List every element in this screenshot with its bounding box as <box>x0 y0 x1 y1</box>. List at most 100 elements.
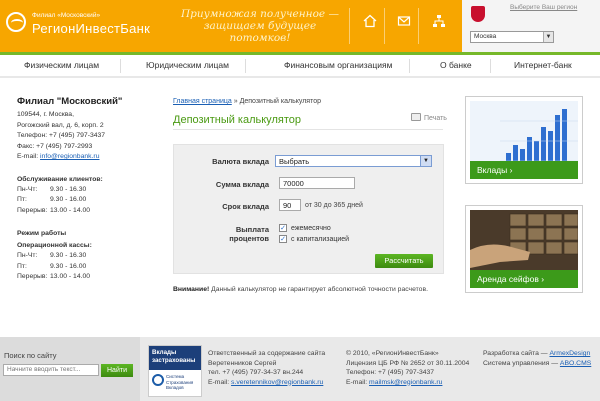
work-mode-title: Режим работы <box>17 230 67 237</box>
responsible-email-label: E-mail: <box>208 378 230 386</box>
search-button[interactable]: Найти <box>101 364 133 377</box>
deposits-banner[interactable]: Вклады › <box>465 96 583 184</box>
disclaimer-bold: Внимание! <box>173 286 210 293</box>
service-hours-title: Обслуживание клиентов: <box>17 175 103 183</box>
monthly-checkbox[interactable]: ✓ <box>279 224 287 232</box>
nav-shadow <box>0 76 600 78</box>
credit-label: Разработка сайта — <box>483 350 548 357</box>
branch-email-row: E-mail: info@regionbank.ru <box>17 152 147 163</box>
nav-item-individuals[interactable]: Физическим лицам <box>24 60 99 70</box>
region-select[interactable]: Москва ▼ <box>470 31 554 43</box>
hours-time: 13.00 - 14.00 <box>50 206 91 214</box>
responsible-email-link[interactable]: s.veretennikov@regionbank.ru <box>231 379 323 386</box>
nav-divider <box>245 59 246 73</box>
hours-time: 9.30 - 16.30 <box>50 185 87 193</box>
copyright-email-row: E-mail: mailmsk@regionbank.ru <box>346 378 469 388</box>
region-link[interactable]: Выберите Ваш регион <box>510 4 577 11</box>
capitalization-option-label: с капитализацией <box>291 236 350 243</box>
home-icon[interactable] <box>363 14 377 28</box>
branch-info: Филиал "Московский" 109544, г. Москва, Р… <box>17 96 147 283</box>
main-nav: Физическим лицам Юридическим лицам Финан… <box>0 52 600 76</box>
nav-divider <box>120 59 121 73</box>
nav-divider <box>490 59 491 73</box>
term-label: Срок вклада <box>222 202 269 211</box>
developer-link[interactable]: ArmexDesign <box>549 350 590 357</box>
hours-row: Пт: 9.30 - 16.00 <box>17 195 147 206</box>
branch-phone: Телефон: +7 (495) 797-3437 <box>17 132 106 139</box>
header-divider <box>418 8 419 44</box>
nav-divider <box>409 59 410 73</box>
copyright-email-label: E-mail: <box>346 378 368 386</box>
nav-item-financial-orgs[interactable]: Финансовым организациям <box>284 60 392 70</box>
cash-desk-title: Операционной кассы: <box>17 242 92 249</box>
hours-day: Пн-Чт: <box>17 252 38 259</box>
branch-address-line: Рогожский вал, д. 6, корп. 2 <box>17 121 104 129</box>
cms-link[interactable]: ABO.CMS <box>560 360 591 367</box>
printer-icon <box>411 113 421 121</box>
print-label: Печать <box>424 115 447 122</box>
payout-label-line: процентов <box>229 234 269 243</box>
breadcrumb-home-link[interactable]: Главная страница <box>173 98 232 105</box>
hours-row: Перерыв: 13.00 - 14.00 <box>17 272 147 283</box>
site-header: Филиал «Московский» РегионИнвестБанк При… <box>0 0 600 52</box>
nav-item-internet-bank[interactable]: Интернет-банк <box>514 60 572 70</box>
copyright-line: © 2010, «РегионИнвестБанк» <box>346 350 439 357</box>
credit-row: Разработка сайта — ArmexDesign <box>483 349 591 359</box>
hours-day: Перерыв: <box>17 273 48 280</box>
footer-responsible: Ответственный за содержание сайта Верете… <box>208 349 325 387</box>
branch-fax: Факс: +7 (495) 797-2993 <box>17 142 93 150</box>
currency-label: Валюта вклада <box>212 157 269 166</box>
page-title: Депозитный калькулятор <box>173 114 301 126</box>
responsible-line: Ответственный за содержание сайта <box>208 350 326 357</box>
branch-title: Филиал "Московский" <box>17 96 123 107</box>
region-select-value: Москва <box>474 33 497 40</box>
credit-row: Система управления — ABO.CMS <box>483 359 591 369</box>
nav-item-about[interactable]: О банке <box>440 60 472 70</box>
hours-row: Пн-Чт: 9.30 - 16.30 <box>17 251 147 262</box>
responsible-line: Веретенников Сергей <box>208 359 277 367</box>
hours-day: Пт: <box>17 262 27 270</box>
deposit-insurance-badge[interactable]: Вклады застрахованы Система Страхования … <box>148 345 202 397</box>
chevron-down-icon: ▼ <box>420 156 431 166</box>
copyright-line: Телефон: +7 (495) 797-3437 <box>346 369 435 376</box>
currency-select[interactable]: Выбрать ▼ <box>275 155 432 167</box>
chevron-down-icon: ▼ <box>543 32 553 42</box>
copyright-line: Лицензия ЦБ РФ № 2652 от 30.11.2004 <box>346 359 470 367</box>
footer-copyright: © 2010, «РегионИнвестБанк» Лицензия ЦБ Р… <box>346 349 469 387</box>
search-input[interactable]: Начните вводить текст... <box>3 364 99 376</box>
print-link[interactable]: Печать <box>411 113 447 122</box>
sitemap-icon[interactable] <box>432 14 446 28</box>
disclaimer: Внимание! Данный калькулятор не гарантир… <box>173 286 428 293</box>
amount-label: Сумма вклада <box>215 180 269 189</box>
slogan: Приумножая полученное — защищаем будущее… <box>181 8 339 44</box>
monthly-option-label: ежемесячно <box>291 225 331 232</box>
insurance-logo-icon <box>152 374 164 386</box>
mail-icon[interactable] <box>397 14 411 28</box>
term-input[interactable]: 90 <box>279 199 301 211</box>
hours-day: Пн-Чт: <box>17 185 38 193</box>
amount-input[interactable]: 70000 <box>279 177 355 189</box>
branch-email-label: E-mail: <box>17 153 39 160</box>
capitalization-checkbox[interactable]: ✓ <box>279 235 287 243</box>
region-selector: Выберите Ваш регион Москва ▼ <box>462 0 600 52</box>
safe-rental-banner[interactable]: Аренда сейфов › <box>465 205 583 293</box>
disclaimer-text: Данный калькулятор не гарантирует абсолю… <box>209 286 428 293</box>
hours-row: Перерыв: 13.00 - 14.00 <box>17 206 147 217</box>
logo-mark-icon <box>6 12 26 32</box>
header-divider <box>384 8 385 44</box>
currency-select-value: Выбрать <box>279 157 310 166</box>
credit-label: Система управления — <box>483 359 559 367</box>
hours-time: 9.30 - 16.00 <box>50 262 87 270</box>
breadcrumb-current: Депозитный калькулятор <box>239 98 322 105</box>
copyright-email-link[interactable]: mailmsk@regionbank.ru <box>369 379 442 386</box>
search-label: Поиск по сайту <box>4 351 57 360</box>
branch-email-link[interactable]: info@regionbank.ru <box>40 153 99 160</box>
hours-time: 9.30 - 16.00 <box>50 196 87 203</box>
bank-logo[interactable]: Филиал «Московский» РегионИнвестБанк <box>6 8 166 40</box>
logo-subtitle: Филиал «Московский» <box>32 12 101 19</box>
nav-item-legal-entities[interactable]: Юридическим лицам <box>146 60 229 70</box>
calculate-button[interactable]: Рассчитать <box>375 254 433 268</box>
safe-rental-banner-label: Аренда сейфов › <box>470 270 578 288</box>
payout-label-line: Выплата <box>235 225 269 234</box>
term-hint: от 30 до 365 дней <box>305 202 363 209</box>
